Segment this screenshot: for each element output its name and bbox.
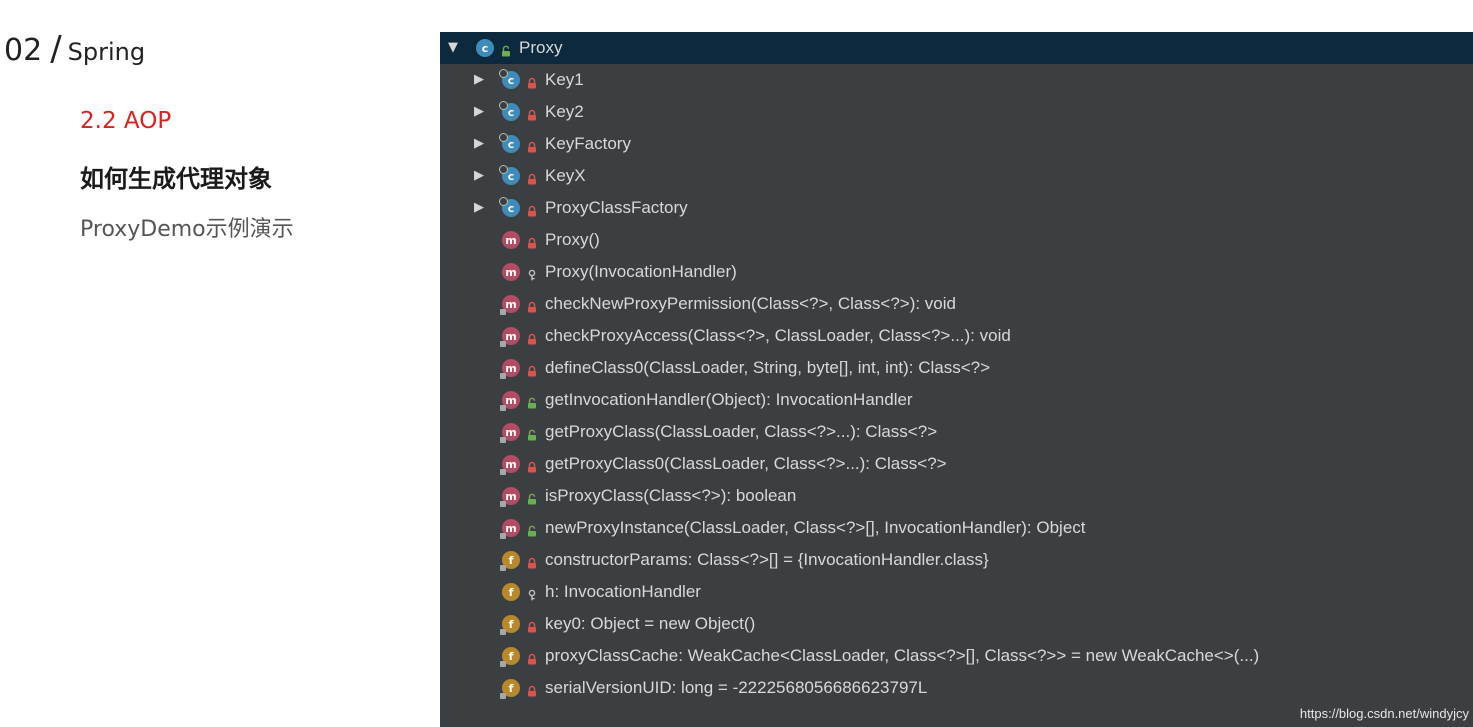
tree-row[interactable]: ▶ c KeyFactory	[440, 128, 1473, 160]
tree-row[interactable]: ▶ c ProxyClassFactory	[440, 192, 1473, 224]
private-lock-icon	[526, 234, 538, 249]
tree-item-label: Key1	[545, 70, 584, 89]
public-unlock-icon	[500, 42, 512, 57]
section-heading: 如何生成代理对象	[80, 165, 272, 193]
method-icon: m	[500, 519, 520, 539]
expand-arrow-icon[interactable]: ▶	[474, 64, 484, 96]
tree-item-label: constructorParams: Class<?>[] = {Invocat…	[545, 550, 989, 569]
field-icon: f	[502, 583, 520, 601]
private-lock-icon	[526, 106, 538, 121]
tree-item-label: defineClass0(ClassLoader, String, byte[]…	[545, 358, 991, 377]
slide-title: 02/Spring	[4, 29, 145, 69]
expand-arrow-icon[interactable]: ▶	[474, 160, 484, 192]
public-unlock-icon	[526, 490, 538, 505]
method-icon: m	[502, 231, 520, 249]
method-icon: m	[500, 391, 520, 411]
demo-text: ProxyDemo示例演示	[80, 217, 294, 242]
field-icon: f	[500, 679, 520, 699]
tree-row[interactable]: m checkNewProxyPermission(Class<?>, Class…	[440, 288, 1473, 320]
public-unlock-icon	[526, 522, 538, 537]
private-lock-icon	[526, 298, 538, 313]
tree-row[interactable]: m isProxyClass(Class<?>): boolean	[440, 480, 1473, 512]
tree-row[interactable]: ▶ c Key2	[440, 96, 1473, 128]
class-icon: c	[499, 133, 520, 153]
tree-item-label: checkNewProxyPermission(Class<?>, Class<…	[545, 294, 956, 313]
tree-row[interactable]: f proxyClassCache: WeakCache<ClassLoader,…	[440, 640, 1473, 672]
protected-key-icon	[526, 586, 538, 601]
tree-root-row[interactable]: ▼ c Proxy	[440, 32, 1473, 64]
tree-item-label: Proxy	[519, 38, 563, 57]
tree-item-label: ProxyClassFactory	[545, 198, 688, 217]
public-unlock-icon	[526, 394, 538, 409]
private-lock-icon	[526, 650, 538, 665]
tree-item-label: getProxyClass(ClassLoader, Class<?>...):…	[545, 422, 938, 441]
tree-row[interactable]: f serialVersionUID: long = -2222568056686…	[440, 672, 1473, 704]
expand-arrow-icon[interactable]: ▶	[474, 128, 484, 160]
private-lock-icon	[526, 458, 538, 473]
tree-row[interactable]: m Proxy()	[440, 224, 1473, 256]
tree-item-label: newProxyInstance(ClassLoader, Class<?>[]…	[545, 518, 1086, 537]
method-icon: m	[500, 359, 520, 379]
tree-item-label: KeyFactory	[545, 134, 631, 153]
private-lock-icon	[526, 170, 538, 185]
class-icon: c	[499, 197, 520, 217]
private-lock-icon	[526, 362, 538, 377]
slide-number: 02	[4, 33, 43, 68]
tree-item-label: serialVersionUID: long = -22225680566866…	[545, 678, 928, 697]
tree-row[interactable]: m getProxyClass0(ClassLoader, Class<?>...…	[440, 448, 1473, 480]
field-icon: f	[500, 647, 520, 667]
private-lock-icon	[526, 74, 538, 89]
private-lock-icon	[526, 618, 538, 633]
method-icon: m	[500, 295, 520, 315]
method-icon: m	[500, 423, 520, 443]
tree-item-label: proxyClassCache: WeakCache<ClassLoader, …	[545, 646, 1260, 665]
class-icon: c	[499, 69, 520, 89]
tree-item-label: h: InvocationHandler	[545, 582, 701, 601]
tree-row[interactable]: m newProxyInstance(ClassLoader, Class<?>[…	[440, 512, 1473, 544]
tree-item-label: isProxyClass(Class<?>): boolean	[545, 486, 797, 505]
tree-item-label: getProxyClass0(ClassLoader, Class<?>...)…	[545, 454, 947, 473]
class-icon: c	[476, 39, 494, 57]
tree-row[interactable]: ▶ c Key1	[440, 64, 1473, 96]
method-icon: m	[500, 487, 520, 507]
public-unlock-icon	[526, 426, 538, 441]
tree-row[interactable]: m getProxyClass(ClassLoader, Class<?>...)…	[440, 416, 1473, 448]
method-icon: m	[500, 455, 520, 475]
class-icon: c	[499, 101, 520, 121]
expand-arrow-icon[interactable]: ▶	[474, 96, 484, 128]
watermark: https://blog.csdn.net/windyjcy	[1299, 706, 1469, 721]
field-icon: f	[500, 615, 520, 635]
tree-item-label: Proxy(InvocationHandler)	[545, 262, 737, 281]
private-lock-icon	[526, 554, 538, 569]
section-label: 2.2 AOP	[80, 108, 172, 134]
class-icon: c	[499, 165, 520, 185]
private-lock-icon	[526, 202, 538, 217]
private-lock-icon	[526, 682, 538, 697]
private-lock-icon	[526, 330, 538, 345]
tree-item-label: Proxy()	[545, 230, 600, 249]
field-icon: f	[500, 551, 520, 571]
tree-row[interactable]: f h: InvocationHandler	[440, 576, 1473, 608]
tree-row[interactable]: ▶ c KeyX	[440, 160, 1473, 192]
title-slash: /	[50, 29, 62, 69]
method-icon: m	[500, 327, 520, 347]
collapse-arrow-icon[interactable]: ▼	[448, 32, 458, 64]
tree-item-label: key0: Object = new Object()	[545, 614, 756, 633]
method-icon: m	[502, 263, 520, 281]
tree-row[interactable]: m defineClass0(ClassLoader, String, byte[…	[440, 352, 1473, 384]
tree-item-label: getInvocationHandler(Object): Invocation…	[545, 390, 913, 409]
tree-item-label: checkProxyAccess(Class<?>, ClassLoader, …	[545, 326, 1011, 345]
slide-name: Spring	[67, 38, 146, 66]
tree-row[interactable]: m Proxy(InvocationHandler)	[440, 256, 1473, 288]
structure-panel[interactable]: https://blog.csdn.net/windyjcy ▼ c Proxy ▶ c…	[440, 32, 1473, 727]
tree-row[interactable]: f key0: Object = new Object()	[440, 608, 1473, 640]
protected-key-icon	[526, 266, 538, 281]
tree-row[interactable]: f constructorParams: Class<?>[] = {Invoca…	[440, 544, 1473, 576]
tree-item-label: KeyX	[545, 166, 586, 185]
private-lock-icon	[526, 138, 538, 153]
tree-row[interactable]: m getInvocationHandler(Object): Invocatio…	[440, 384, 1473, 416]
tree-row[interactable]: m checkProxyAccess(Class<?>, ClassLoader,…	[440, 320, 1473, 352]
expand-arrow-icon[interactable]: ▶	[474, 192, 484, 224]
tree-item-label: Key2	[545, 102, 584, 121]
